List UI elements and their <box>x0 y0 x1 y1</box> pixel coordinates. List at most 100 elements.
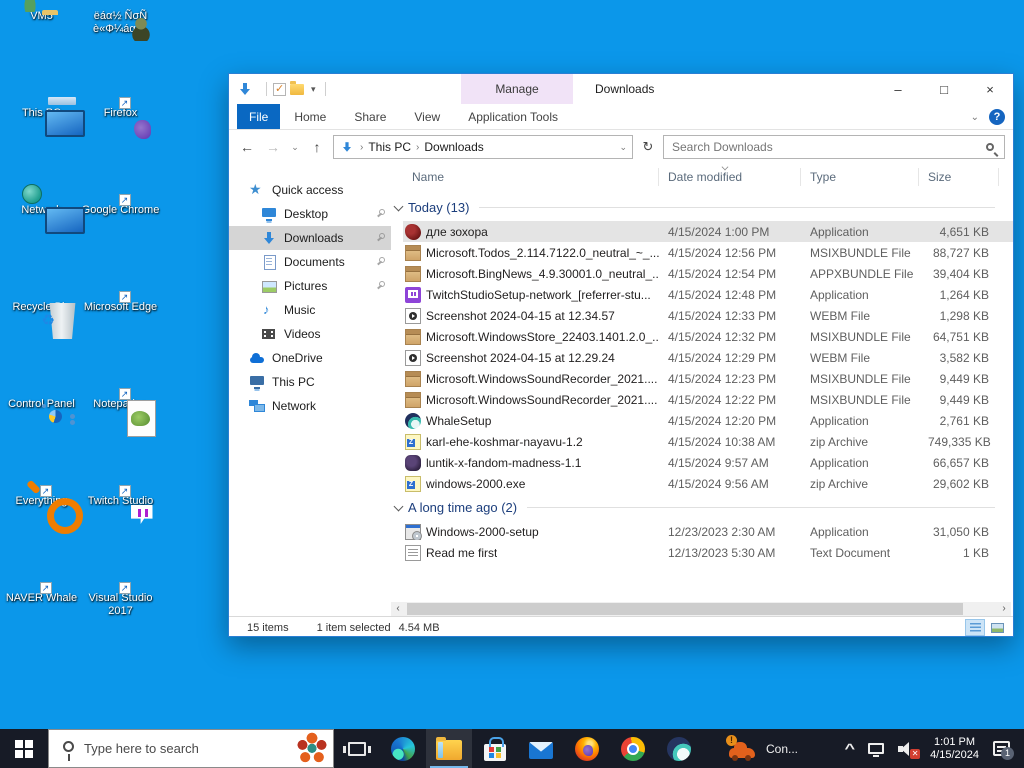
column-header-date-modified[interactable]: Date modified <box>659 163 801 186</box>
file-row-luntik-x-fandom-madness-1-1[interactable]: luntik-x-fandom-madness-1.1 4/15/2024 9:… <box>403 452 1013 473</box>
taskbar-store-button[interactable] <box>472 729 518 768</box>
sidebar-item-downloads[interactable]: Downloads <box>229 226 391 250</box>
group-header-today-13[interactable]: Today (13) <box>391 194 1013 221</box>
file-row-read-me-first[interactable]: Read me first 12/13/2023 5:30 AM Text Do… <box>403 542 1013 563</box>
desktop-icon-network[interactable]: Network <box>3 204 81 301</box>
chevron-down-icon[interactable]: ▾ <box>311 84 316 95</box>
breadcrumb-downloads[interactable]: Downloads <box>424 140 483 154</box>
desktop-icon-recycle-bin[interactable]: Recycle Bin <box>3 301 81 398</box>
file-row-item[interactable]: дле зохора 4/15/2024 1:00 PM Application… <box>403 221 1013 242</box>
file-row-microsoft-bingnews-4-9-30001-0-neutral[interactable]: Microsoft.BingNews_4.9.30001.0_neutral_.… <box>403 263 1013 284</box>
up-button[interactable]: ↑ <box>307 139 327 155</box>
sidebar-item-this-pc[interactable]: This PC <box>229 370 391 394</box>
taskbar-whale-button[interactable] <box>656 729 702 768</box>
back-button[interactable]: ← <box>237 139 257 155</box>
file-row-screenshot-2024-04-15-at-12-34-57[interactable]: Screenshot 2024-04-15 at 12.34.57 4/15/2… <box>403 305 1013 326</box>
file-name: Windows-2000-setup <box>426 524 539 539</box>
tab-file[interactable]: File <box>237 104 281 129</box>
taskbar-chrome-button[interactable] <box>610 729 656 768</box>
address-bar[interactable]: › This PC › Downloads ⌄ <box>333 135 633 159</box>
chevron-down-icon[interactable]: ⌄ <box>619 142 627 153</box>
taskbar-search[interactable]: Type here to search <box>48 729 334 768</box>
sidebar-item-documents[interactable]: Documents <box>229 250 391 274</box>
desktop-icon-microsoft-edge[interactable]: ↗ Microsoft Edge <box>82 291 160 398</box>
desktop-icon-this-pc[interactable]: This PC <box>3 107 81 204</box>
volume-muted-icon[interactable]: ✕ <box>898 741 921 759</box>
sidebar-item-quick-access[interactable]: Quick access <box>229 178 391 202</box>
file-row-windows-2000-setup[interactable]: Windows-2000-setup 12/23/2023 2:30 AM Ap… <box>403 521 1013 542</box>
pin-icon <box>375 233 385 243</box>
sidebar-item-desktop[interactable]: Desktop <box>229 202 391 226</box>
task-view-button[interactable] <box>334 729 380 768</box>
desktop-icon-notepad[interactable]: ↗ Notepad++ <box>82 388 160 495</box>
help-icon[interactable]: ? <box>989 109 1005 125</box>
taskbar-app-car[interactable]: ! Con... <box>716 729 808 768</box>
search-box[interactable]: Search Downloads <box>663 135 1005 159</box>
taskbar-mail-button[interactable] <box>518 729 564 768</box>
status-bar: 15 items 1 item selected 4.54 MB <box>229 616 1013 638</box>
network-display-icon[interactable] <box>868 743 885 757</box>
tab-view[interactable]: View <box>400 104 454 129</box>
thumbnails-view-button[interactable] <box>987 619 1007 636</box>
file-row-microsoft-todos-2-114-7122-0-neutral[interactable]: Microsoft.Todos_2.114.7122.0_neutral_~_.… <box>403 242 1013 263</box>
file-row-karl-ehe-koshmar-nayavu-1-2[interactable]: karl-ehe-koshmar-nayavu-1.2 4/15/2024 10… <box>403 431 1013 452</box>
search-highlight-icon[interactable] <box>295 731 329 766</box>
file-row-microsoft-windowssoundrecorder-2021[interactable]: Microsoft.WindowsSoundRecorder_2021.... … <box>403 368 1013 389</box>
manage-contextual-tab[interactable]: Manage <box>461 74 573 104</box>
tab-home[interactable]: Home <box>280 104 340 129</box>
taskbar-explorer-button[interactable] <box>426 729 472 768</box>
scrollbar-thumb[interactable] <box>407 603 964 615</box>
start-button[interactable] <box>0 729 48 768</box>
refresh-icon[interactable]: ↻ <box>639 139 657 155</box>
taskbar-clock[interactable]: 1:01 PM 4/15/2024 <box>930 736 979 762</box>
column-header-size[interactable]: Size <box>919 168 999 186</box>
maximize-button[interactable]: □ <box>921 74 967 104</box>
file-row-screenshot-2024-04-15-at-12-29-24[interactable]: Screenshot 2024-04-15 at 12.29.24 4/15/2… <box>403 347 1013 368</box>
sidebar-item-network[interactable]: Network <box>229 394 391 418</box>
minimize-button[interactable]: – <box>875 74 921 104</box>
group-header-a-long-time-ago-2[interactable]: A long time ago (2) <box>391 494 1013 521</box>
taskbar-firefox-button[interactable] <box>564 729 610 768</box>
downloads-icon <box>237 81 253 97</box>
properties-icon[interactable] <box>273 82 286 96</box>
tab-share[interactable]: Share <box>340 104 400 129</box>
desktop-icon-firefox[interactable]: ↗ Firefox <box>82 97 160 204</box>
file-size: 64,751 KB <box>932 329 989 344</box>
horizontal-scrollbar[interactable]: ‹ › <box>391 602 1011 616</box>
desktop-icon-control-panel[interactable]: Control Panel <box>3 398 81 495</box>
desktop-icon-everything[interactable]: ↗ Everything <box>3 485 81 592</box>
column-header-type[interactable]: Type <box>801 168 919 186</box>
file-row-twitchstudiosetup-network-referrer-stu[interactable]: TwitchStudioSetup-network_[referrer-stu.… <box>403 284 1013 305</box>
desktop-icon-google-chrome[interactable]: ↗ Google Chrome <box>82 194 160 301</box>
desktop-icon-naver-whale[interactable]: ↗ NAVER Whale <box>3 582 81 689</box>
scroll-right-icon[interactable]: › <box>997 602 1011 616</box>
chevron-down-icon <box>393 501 404 511</box>
file-row-microsoft-windowssoundrecorder-2021[interactable]: Microsoft.WindowsSoundRecorder_2021.... … <box>403 389 1013 410</box>
sidebar-item-music[interactable]: Music <box>229 298 391 322</box>
file-row-whalesetup[interactable]: WhaleSetup 4/15/2024 12:20 PM Applicatio… <box>403 410 1013 431</box>
new-folder-icon[interactable] <box>290 80 304 95</box>
recent-locations-icon[interactable]: ⌄ <box>289 142 301 153</box>
pinned-apps <box>380 729 702 768</box>
sidebar-item-onedrive[interactable]: OneDrive <box>229 346 391 370</box>
breadcrumb-this-pc[interactable]: This PC <box>368 140 411 154</box>
forward-button[interactable]: → <box>263 139 283 155</box>
file-row-microsoft-windowsstore-22403-1401-2-0[interactable]: Microsoft.WindowsStore_22403.1401.2.0_..… <box>403 326 1013 347</box>
details-view-button[interactable] <box>965 619 985 636</box>
search-icon[interactable] <box>986 143 994 151</box>
taskbar-edge-button[interactable] <box>380 729 426 768</box>
scroll-left-icon[interactable]: ‹ <box>391 602 405 616</box>
show-hidden-icons-button[interactable]: ^ <box>845 741 856 756</box>
collapse-ribbon-icon[interactable]: ⌄ <box>971 112 979 123</box>
sidebar-item-pictures[interactable]: Pictures <box>229 274 391 298</box>
desktop-icon-vm5[interactable]: VM5 <box>3 10 81 107</box>
desktop-icon-twitch-studio[interactable]: ↗ Twitch Studio <box>82 485 160 592</box>
column-header-name[interactable]: Name <box>403 168 659 186</box>
tab-application-tools[interactable]: Application Tools <box>454 104 572 129</box>
close-button[interactable]: × <box>967 74 1013 104</box>
desktop-icon-item[interactable]: ëáα½ ÑσÑ è«Φ¼áα ... <box>82 10 160 107</box>
file-row-windows-2000-exe[interactable]: windows-2000.exe 4/15/2024 9:56 AM zip A… <box>403 473 1013 494</box>
desktop-icon-visual-studio-2017[interactable]: ↗ Visual Studio 2017 <box>82 582 160 689</box>
action-center-button[interactable]: 1 <box>993 741 1014 760</box>
sidebar-item-videos[interactable]: Videos <box>229 322 391 346</box>
